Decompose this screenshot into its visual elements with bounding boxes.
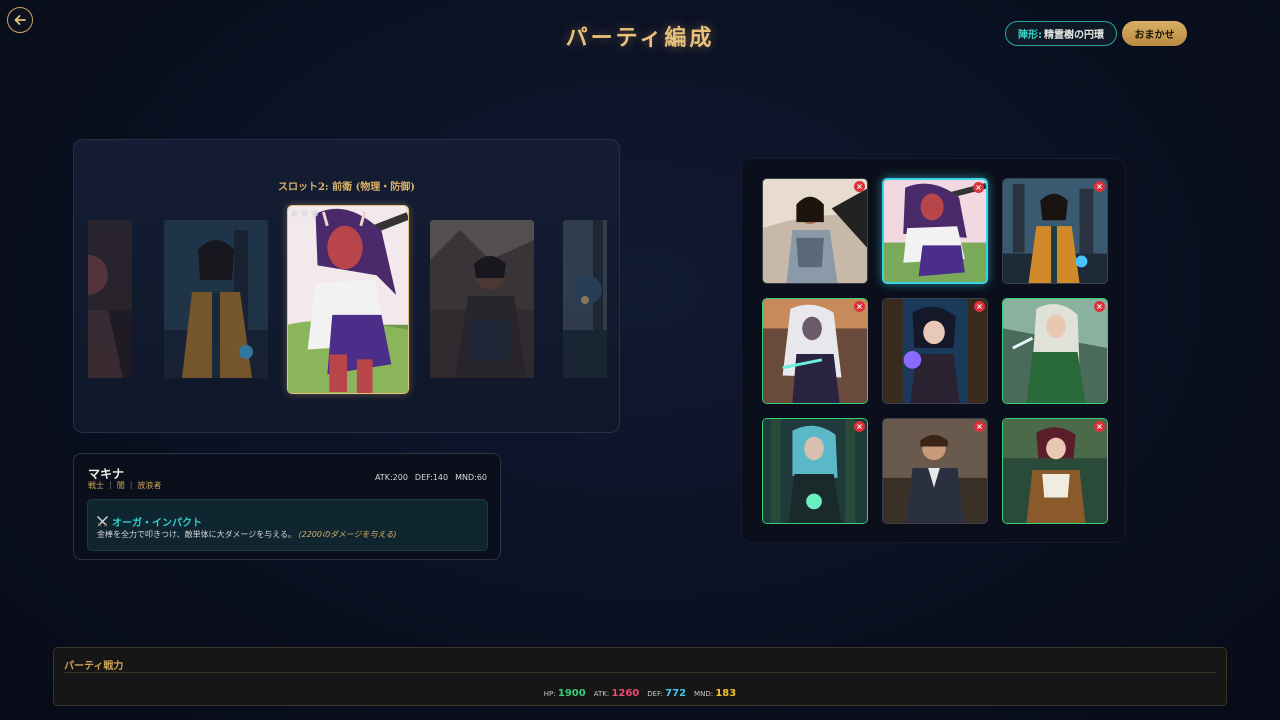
remove-icon[interactable]: × (854, 181, 865, 192)
auto-assign-button[interactable]: おまかせ (1122, 21, 1187, 46)
party-slot-1[interactable]: × (762, 178, 868, 284)
carousel-card-next-2[interactable] (563, 220, 607, 378)
tag-origin: 放浪者 (137, 481, 162, 490)
skill-header: オーガ・インパクト (97, 514, 202, 529)
power-atk-label: ATK: (593, 690, 610, 698)
tag-separator: | (109, 480, 112, 489)
stat-def: DEF:140 (414, 473, 449, 482)
party-slot-6[interactable]: × (1002, 298, 1108, 404)
party-slot-7[interactable]: × (762, 418, 868, 524)
character-tags: 戦士 | 闇 | 放浪者 (88, 480, 161, 491)
crossed-swords-icon (97, 516, 108, 527)
remove-icon[interactable]: × (1094, 421, 1105, 432)
party-slot-9[interactable]: × (1002, 418, 1108, 524)
power-atk: ATK: 1260 (594, 688, 640, 699)
skill-description-line: 金棒を全力で叩きつけ、敵単体に大ダメージを与える。 (2200のダメージを与える… (97, 529, 396, 540)
power-atk-value: 1260 (611, 688, 640, 699)
power-mnd-label: MND: (694, 690, 714, 698)
party-power-title: パーティ戦力 (64, 661, 124, 672)
remove-icon[interactable]: × (1094, 301, 1105, 312)
formation-button[interactable]: 陣形: 精霊樹の円環 (1005, 21, 1117, 46)
party-slot-5[interactable]: × (882, 298, 988, 404)
carousel-card-prev-2[interactable] (88, 220, 132, 378)
formation-label: 陣形: (1018, 30, 1042, 41)
carousel-card-next-1[interactable] (430, 220, 534, 378)
slot-title: スロット2: 前衛 (物理・防御) (277, 182, 416, 193)
remove-icon[interactable]: × (974, 421, 985, 432)
party-power-panel: パーティ戦力 HP: 1900 ATK: 1260 DEF: 772 MND: … (53, 647, 1227, 706)
remove-icon[interactable]: × (1094, 181, 1105, 192)
power-mnd-value: 183 (715, 688, 737, 699)
skill-damage-note: (2200のダメージを与える) (298, 530, 397, 539)
tag-class: 戦士 (88, 481, 104, 490)
power-hp-label: HP: (543, 690, 556, 698)
formation-value: 精霊樹の円環 (1044, 30, 1104, 41)
stat-atk: ATK:200 (374, 473, 408, 482)
power-def-value: 772 (665, 688, 687, 699)
party-grid: × × × × × × × × × (741, 158, 1126, 543)
power-mnd: MND: 183 (694, 688, 736, 699)
skill-box: オーガ・インパクト 金棒を全力で叩きつけ、敵単体に大ダメージを与える。 (220… (87, 499, 488, 551)
divider (64, 672, 1216, 673)
tag-separator: | (129, 480, 133, 489)
remove-icon[interactable]: × (974, 301, 985, 312)
power-hp-value: 1900 (557, 688, 586, 699)
party-slot-2[interactable]: × (882, 178, 988, 284)
card-page-dots (291, 210, 318, 217)
character-carousel[interactable] (88, 200, 607, 400)
party-slot-8[interactable]: × (882, 418, 988, 524)
remove-icon[interactable]: × (854, 301, 865, 312)
party-slot-4[interactable]: × (762, 298, 868, 404)
party-power-stats: HP: 1900 ATK: 1260 DEF: 772 MND: 183 (54, 688, 1226, 699)
skill-name: オーガ・インパクト (112, 518, 202, 529)
tag-element: 闇 (116, 481, 125, 490)
character-stats: ATK:200 DEF:140 MND:60 (375, 473, 487, 482)
carousel-card-selected[interactable] (287, 205, 409, 394)
remove-icon[interactable]: × (973, 182, 984, 193)
remove-icon[interactable]: × (854, 421, 865, 432)
power-hp: HP: 1900 (544, 688, 586, 699)
power-def: DEF: 772 (647, 688, 686, 699)
carousel-card-prev-1[interactable] (164, 220, 268, 378)
stat-mnd: MND:60 (455, 473, 487, 482)
skill-description: 金棒を全力で叩きつけ、敵単体に大ダメージを与える。 (97, 530, 296, 539)
character-info-panel: マキナ 戦士 | 闇 | 放浪者 ATK:200 DEF:140 MND:60 … (73, 453, 501, 560)
slot-carousel-panel: スロット2: 前衛 (物理・防御) (73, 139, 620, 433)
power-def-label: DEF: (647, 690, 663, 698)
party-slot-3[interactable]: × (1002, 178, 1108, 284)
